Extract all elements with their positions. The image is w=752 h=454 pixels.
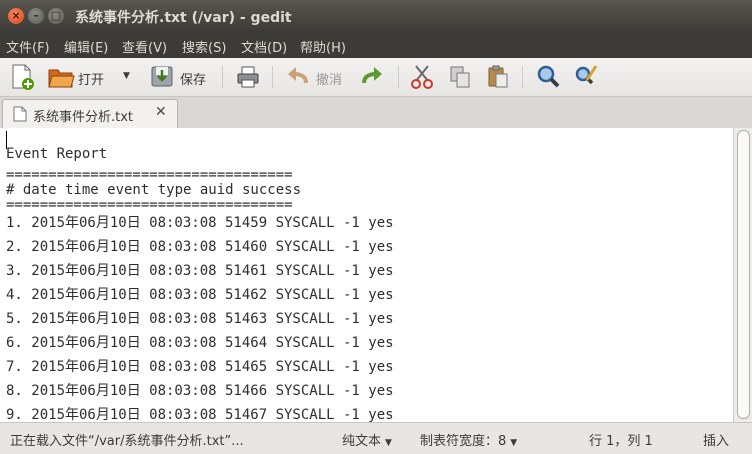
menu-file[interactable]: 文件(F) bbox=[6, 37, 50, 56]
text-line: 6. 2015年06月10日 08:03:08 51464 SYSCALL -1… bbox=[6, 335, 394, 351]
syntax-mode-label: 纯文本 bbox=[342, 434, 382, 449]
status-bar: 正在载入文件“/var/系统事件分析.txt”... 纯文本 ▼ 制表符宽度：8 ▼… bbox=[0, 422, 752, 454]
tab-width-selector[interactable]: 制表符宽度：8 ▼ bbox=[420, 430, 517, 449]
menu-bar: 文件(F) 编辑(E) 查看(V) 搜索(S) 文档(D) 帮助(H) bbox=[0, 32, 752, 58]
new-document-button[interactable] bbox=[8, 62, 36, 92]
minimize-window-button[interactable]: – bbox=[28, 8, 44, 24]
scrollbar-thumb[interactable] bbox=[737, 130, 750, 419]
maximize-window-button[interactable]: □ bbox=[48, 8, 64, 24]
text-editor[interactable]: Event Report ===========================… bbox=[0, 128, 733, 422]
cut-button[interactable] bbox=[408, 62, 436, 92]
menu-documents[interactable]: 文档(D) bbox=[241, 37, 287, 56]
find-button[interactable] bbox=[534, 62, 562, 92]
menu-edit[interactable]: 编辑(E) bbox=[64, 37, 108, 56]
toolbar: 打开 ▼ 保存 撤消 bbox=[0, 58, 752, 97]
save-button-label[interactable]: 保存 bbox=[180, 69, 206, 88]
undo-icon bbox=[288, 67, 308, 84]
menu-view[interactable]: 查看(V) bbox=[122, 37, 167, 56]
menu-search[interactable]: 搜索(S) bbox=[182, 37, 226, 56]
cursor-position: 行 1，列 1 bbox=[589, 434, 653, 449]
chevron-down-icon: ▼ bbox=[385, 438, 392, 448]
toolbar-separator bbox=[272, 66, 273, 88]
find-replace-button[interactable] bbox=[572, 62, 600, 92]
close-window-button[interactable]: × bbox=[8, 8, 24, 24]
insert-mode: 插入 bbox=[703, 434, 730, 449]
title-bar: × – □ 系统事件分析.txt (/var) - gedit bbox=[0, 0, 752, 32]
printer-icon bbox=[237, 66, 259, 88]
paste-icon bbox=[488, 65, 508, 88]
text-line: 2. 2015年06月10日 08:03:08 51460 SYSCALL -1… bbox=[6, 239, 394, 255]
new-document-icon bbox=[12, 64, 34, 90]
tab-document[interactable]: 系统事件分析.txt ✕ bbox=[2, 99, 178, 129]
search-icon bbox=[537, 65, 560, 88]
text-line: 9. 2015年06月10日 08:03:08 51467 SYSCALL -1… bbox=[6, 407, 394, 422]
open-button[interactable] bbox=[46, 62, 76, 92]
text-line: ================================== bbox=[6, 199, 293, 211]
tab-bar: 系统事件分析.txt ✕ bbox=[0, 97, 752, 129]
scissors-icon bbox=[411, 65, 433, 89]
text-line: # date time event type auid success bbox=[6, 182, 302, 198]
text-line: 7. 2015年06月10日 08:03:08 51465 SYSCALL -1… bbox=[6, 359, 394, 375]
redo-button[interactable] bbox=[358, 62, 386, 92]
tab-width-label: 制表符宽度：8 bbox=[420, 434, 507, 449]
toolbar-separator bbox=[522, 66, 523, 88]
text-line: 8. 2015年06月10日 08:03:08 51466 SYSCALL -1… bbox=[6, 383, 394, 399]
paste-button[interactable] bbox=[484, 62, 512, 92]
text-line: 3. 2015年06月10日 08:03:08 51461 SYSCALL -1… bbox=[6, 263, 394, 279]
undo-button-label[interactable]: 撤消 bbox=[316, 69, 342, 88]
save-icon bbox=[151, 66, 173, 87]
find-replace-icon bbox=[575, 65, 598, 85]
document-text: Event Report ===========================… bbox=[6, 145, 394, 422]
vertical-scrollbar[interactable] bbox=[733, 128, 752, 422]
undo-button[interactable] bbox=[284, 62, 312, 92]
open-recent-dropdown[interactable]: ▼ bbox=[123, 71, 130, 81]
text-line: Event Report bbox=[6, 146, 108, 162]
tab-label: 系统事件分析.txt bbox=[33, 110, 134, 125]
copy-icon bbox=[450, 66, 470, 88]
menu-help[interactable]: 帮助(H) bbox=[300, 37, 346, 56]
close-tab-icon[interactable]: ✕ bbox=[155, 104, 167, 120]
toolbar-separator bbox=[398, 66, 399, 88]
text-line: 4. 2015年06月10日 08:03:08 51462 SYSCALL -1… bbox=[6, 287, 394, 303]
copy-button[interactable] bbox=[446, 62, 474, 92]
chevron-down-icon: ▼ bbox=[510, 438, 518, 448]
toolbar-separator bbox=[222, 66, 223, 88]
window-title: 系统事件分析.txt (/var) - gedit bbox=[75, 10, 292, 26]
redo-icon bbox=[362, 67, 382, 84]
print-button[interactable] bbox=[234, 62, 262, 92]
open-button-label[interactable]: 打开 bbox=[78, 69, 104, 88]
folder-open-icon bbox=[48, 69, 75, 88]
text-line: 1. 2015年06月10日 08:03:08 51459 SYSCALL -1… bbox=[6, 215, 394, 231]
text-line: ================================== bbox=[6, 169, 293, 181]
save-button[interactable] bbox=[148, 62, 176, 92]
loading-status: 正在载入文件“/var/系统事件分析.txt”... bbox=[10, 434, 244, 449]
text-line: 5. 2015年06月10日 08:03:08 51463 SYSCALL -1… bbox=[6, 311, 394, 327]
text-file-icon bbox=[13, 106, 27, 122]
syntax-mode-selector[interactable]: 纯文本 ▼ bbox=[342, 430, 392, 449]
